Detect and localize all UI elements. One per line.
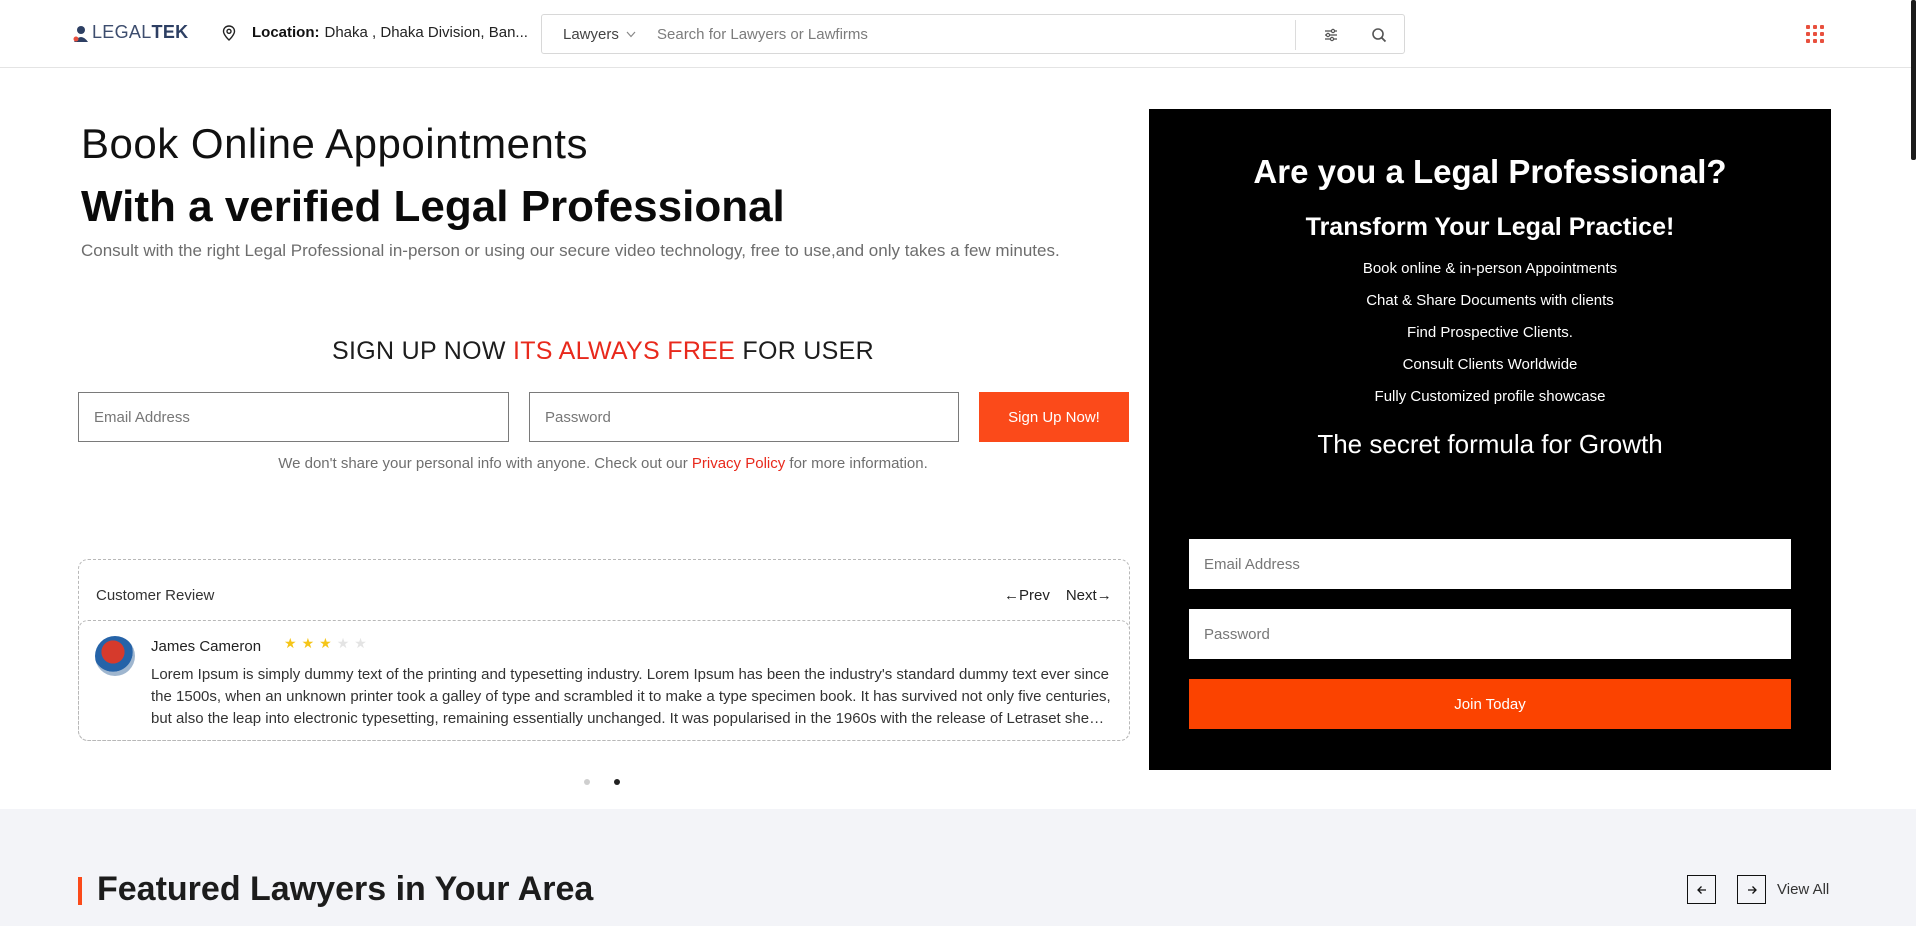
promo-feature: Book online & in-person Appointments bbox=[1362, 260, 1618, 277]
promo-password-field[interactable] bbox=[1189, 609, 1791, 659]
promo-email-field[interactable] bbox=[1189, 539, 1791, 589]
star-rating: ★ ★ ★ ★ ★ bbox=[284, 635, 367, 652]
review-next-button[interactable]: Next→ bbox=[1066, 587, 1112, 604]
hero-title-line2: With a verified Legal Professional bbox=[81, 182, 785, 231]
reviewer-name: James Cameron bbox=[151, 638, 262, 655]
site-logo[interactable]: LEGAL TEK bbox=[72, 22, 188, 43]
arrow-left-icon bbox=[1696, 885, 1706, 894]
location-value: Dhaka , Dhaka Division, Ban... bbox=[324, 24, 528, 41]
signup-heading-part1: SIGN UP NOW bbox=[332, 337, 513, 365]
review-heading: Customer Review bbox=[96, 587, 215, 604]
sliders-icon[interactable] bbox=[1322, 26, 1340, 44]
promo-feature-list: Book online & in-person Appointments Cha… bbox=[1149, 257, 1831, 417]
promo-feature: Chat & Share Documents with clients bbox=[1366, 292, 1614, 309]
promo-title: Are you a Legal Professional? bbox=[1253, 153, 1727, 190]
privacy-text-after: for more information. bbox=[785, 455, 928, 472]
promo-feature: Find Prospective Clients. bbox=[1407, 324, 1573, 341]
search-type-dropdown[interactable]: Lawyers bbox=[563, 26, 641, 43]
signup-heading: SIGN UP NOW ITS ALWAYS FREE FOR USER bbox=[78, 337, 1128, 366]
top-header: LEGAL TEK Location: Dhaka , Dhaka Divisio… bbox=[0, 0, 1916, 68]
arrow-right-icon: → bbox=[1096, 587, 1112, 604]
carousel-dots bbox=[584, 779, 620, 785]
featured-lawyers-section: Featured Lawyers in Your Area View All bbox=[0, 809, 1916, 926]
star-icon: ★ bbox=[319, 635, 332, 651]
featured-next-button[interactable] bbox=[1737, 875, 1766, 904]
search-input[interactable] bbox=[657, 25, 1297, 43]
search-type-value: Lawyers bbox=[563, 25, 619, 43]
carousel-dot[interactable] bbox=[614, 779, 620, 785]
carousel-dot[interactable] bbox=[584, 779, 590, 785]
privacy-note: We don't share your personal info with a… bbox=[78, 455, 1128, 472]
review-prev-button[interactable]: ←Prev bbox=[1004, 587, 1050, 604]
review-text: Lorem Ipsum is simply dummy text of the … bbox=[151, 666, 1111, 727]
location-label: Location: bbox=[252, 24, 320, 41]
privacy-policy-link[interactable]: Privacy Policy bbox=[692, 455, 785, 472]
star-icon: ★ bbox=[336, 635, 350, 651]
signup-password-field[interactable] bbox=[529, 392, 959, 442]
view-all-link[interactable]: View All bbox=[1777, 881, 1829, 898]
search-bar: Lawyers bbox=[541, 14, 1405, 54]
star-icon: ★ bbox=[301, 635, 315, 651]
logo-text-tek: TEK bbox=[151, 22, 189, 42]
prev-label: Prev bbox=[1019, 587, 1050, 604]
signup-heading-part2: FOR USER bbox=[735, 337, 874, 365]
professional-promo-panel: Are you a Legal Professional? Transform … bbox=[1149, 109, 1831, 770]
hero-subtitle: Consult with the right Legal Professiona… bbox=[81, 241, 1060, 260]
next-label: Next bbox=[1065, 587, 1097, 604]
section-accent-bar bbox=[78, 877, 82, 905]
avatar bbox=[95, 636, 135, 676]
promo-feature: Fully Customized profile showcase bbox=[1374, 388, 1606, 405]
chevron-down-icon bbox=[626, 31, 636, 37]
scrollbar-thumb[interactable] bbox=[1911, 0, 1916, 160]
arrow-right-icon bbox=[1747, 885, 1757, 894]
promo-subtitle: Transform Your Legal Practice! bbox=[1305, 213, 1675, 241]
search-divider bbox=[1295, 20, 1296, 50]
star-icon: ★ bbox=[284, 635, 297, 651]
featured-title: Featured Lawyers in Your Area bbox=[97, 870, 594, 908]
signup-email-field[interactable] bbox=[78, 392, 509, 442]
promo-feature: Consult Clients Worldwide bbox=[1402, 356, 1578, 373]
join-today-button[interactable]: Join Today bbox=[1189, 679, 1791, 729]
arrow-left-icon: ← bbox=[1004, 587, 1019, 604]
hero-title-line1: Book Online Appointments bbox=[81, 120, 588, 167]
signup-button[interactable]: Sign Up Now! bbox=[979, 392, 1129, 442]
star-icon: ★ bbox=[354, 635, 367, 651]
privacy-text-before: We don't share your personal info with a… bbox=[278, 455, 692, 472]
grid-apps-icon[interactable] bbox=[1806, 25, 1824, 43]
promo-growth-text: The secret formula for Growth bbox=[1317, 429, 1663, 459]
signup-heading-accent: ITS ALWAYS FREE bbox=[512, 337, 736, 365]
map-pin-icon bbox=[222, 24, 236, 41]
review-navigation: ←Prev Next→ bbox=[1004, 587, 1112, 604]
location-selector[interactable]: Location: Dhaka , Dhaka Division, Ban... bbox=[222, 24, 528, 41]
featured-prev-button[interactable] bbox=[1687, 875, 1716, 904]
lawyer-logo-icon bbox=[73, 25, 88, 42]
search-icon[interactable] bbox=[1370, 26, 1388, 44]
logo-text-legal: LEGAL bbox=[92, 22, 152, 42]
